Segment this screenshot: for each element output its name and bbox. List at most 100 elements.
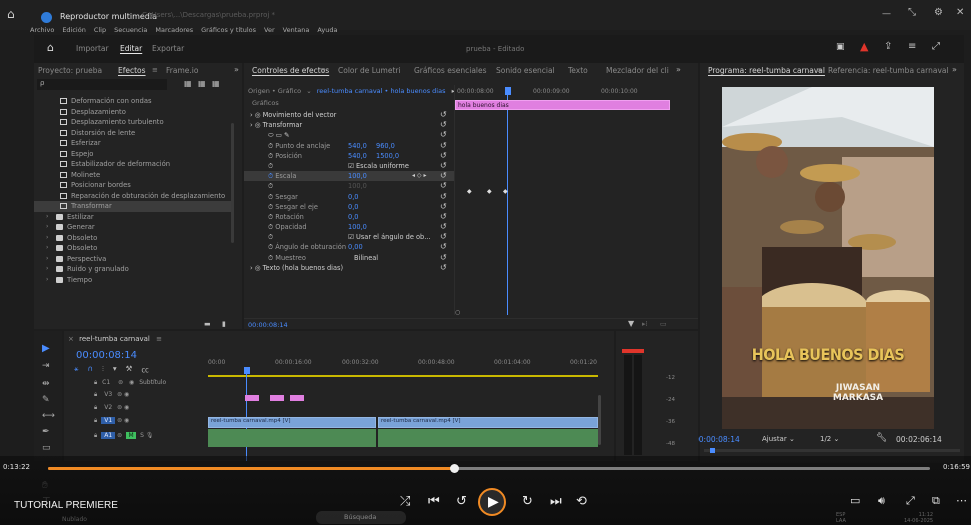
timeline-timecode[interactable]: 00:00:08:14 bbox=[76, 350, 137, 361]
menu-item-marcadores[interactable]: Marcadores bbox=[155, 26, 193, 34]
reset-icon[interactable]: ↺ bbox=[440, 222, 450, 232]
effects-item[interactable]: Deformación con ondas bbox=[34, 96, 234, 107]
restore-icon[interactable]: ⤡ bbox=[908, 7, 916, 18]
taskbar-search[interactable]: Búsqueda bbox=[316, 511, 406, 524]
effects-item[interactable]: Distorsión de lente bbox=[34, 128, 234, 139]
close-icon[interactable]: × bbox=[68, 335, 74, 343]
reset-icon[interactable]: ↺ bbox=[440, 151, 450, 161]
play-audio-icon[interactable]: ▸⁞ bbox=[642, 320, 648, 328]
stopwatch-icon[interactable]: ⏱ bbox=[268, 233, 273, 241]
reset-icon[interactable]: ↺ bbox=[440, 171, 450, 181]
video-clip[interactable]: reel-tumba carnaval.mp4 [V] bbox=[208, 417, 376, 428]
eye-icon[interactable]: ◉ bbox=[122, 391, 129, 398]
graphic-clip[interactable] bbox=[270, 395, 284, 401]
program-timecode[interactable]: 00:00:08:14 bbox=[694, 435, 740, 444]
fx-toggle-icon[interactable]: › ◎ bbox=[250, 121, 263, 129]
source-clip[interactable]: reel-tumba carnaval • hola buenos dias bbox=[317, 87, 446, 95]
property-value[interactable]: 540,0 bbox=[348, 141, 367, 151]
property-value[interactable]: 1500,0 bbox=[376, 151, 399, 161]
property-checkbox[interactable]: ☑ Escala uniforme bbox=[348, 161, 409, 171]
ec-playhead[interactable] bbox=[505, 87, 511, 95]
program-playhead[interactable] bbox=[710, 448, 715, 453]
property-value[interactable]: 0,0 bbox=[348, 212, 359, 222]
fx-toggle-icon[interactable]: › ◎ bbox=[250, 264, 263, 272]
tab-menu-icon[interactable]: ≡ bbox=[816, 66, 822, 74]
repeat-off-icon[interactable]: ⟲ bbox=[576, 494, 587, 509]
tab-controles-efectos[interactable]: Controles de efectos bbox=[252, 66, 329, 75]
miniplayer-icon[interactable]: ⤢ bbox=[906, 494, 915, 508]
keyframe-icon[interactable]: ◆ bbox=[503, 188, 508, 195]
sampling-dropdown[interactable]: Bilineal bbox=[354, 253, 378, 263]
pen-icon[interactable]: ✒ bbox=[42, 427, 50, 437]
share-icon[interactable]: ⇪ bbox=[884, 41, 892, 52]
marker-icon[interactable]: ▾ bbox=[113, 364, 117, 375]
sync-lock-icon[interactable]: ⊜ bbox=[115, 432, 122, 439]
chevron-right-icon[interactable]: › bbox=[46, 212, 52, 223]
close-icon[interactable]: ✕ bbox=[956, 7, 964, 18]
nest-icon[interactable]: ⚹ bbox=[74, 364, 79, 375]
effects-item[interactable]: Estabilizador de deformación bbox=[34, 159, 234, 170]
effects-folder[interactable]: › Generar bbox=[34, 222, 234, 233]
tab-efectos[interactable]: Efectos bbox=[118, 66, 146, 75]
reset-icon[interactable]: ↺ bbox=[440, 192, 450, 202]
tab-texto[interactable]: Texto bbox=[568, 66, 588, 75]
32bit-effects-icon[interactable]: ▦ bbox=[198, 79, 206, 88]
track-target[interactable]: V2 bbox=[101, 404, 115, 411]
stopwatch-icon[interactable]: ⏱ bbox=[268, 182, 273, 190]
reset-icon[interactable]: ↺ bbox=[440, 161, 450, 171]
chevron-right-icon[interactable]: › bbox=[46, 275, 52, 286]
tab-referencia[interactable]: Referencia: reel-tumba carnaval bbox=[828, 66, 949, 75]
property-value[interactable]: 100,0 bbox=[348, 222, 367, 232]
rectangle-icon[interactable]: ▭ bbox=[42, 443, 51, 453]
track-select-icon[interactable]: ⇥ bbox=[42, 361, 50, 371]
menu-item-edicion[interactable]: Edición bbox=[62, 26, 86, 34]
captions-icon[interactable]: ㏄ bbox=[141, 364, 149, 375]
selection-tool-icon[interactable]: ▶ bbox=[42, 343, 50, 354]
track-target[interactable]: A1 bbox=[101, 432, 116, 439]
property-value[interactable]: 960,0 bbox=[376, 141, 395, 151]
tab-graficos-esenciales[interactable]: Gráficos esenciales bbox=[414, 66, 487, 75]
eye-icon[interactable]: ◉ bbox=[122, 404, 129, 411]
effects-folder[interactable]: › Obsoleto bbox=[34, 243, 234, 254]
alert-icon[interactable]: ▲ bbox=[860, 40, 868, 53]
property-value[interactable]: 0,0 bbox=[348, 192, 359, 202]
ec-graphic-clip[interactable]: hola buenos dias bbox=[455, 100, 670, 110]
menu-item-ver[interactable]: Ver bbox=[264, 26, 275, 34]
reset-icon[interactable]: ↺ bbox=[440, 263, 450, 273]
property-value[interactable]: 0,00 bbox=[348, 242, 363, 252]
razor-icon[interactable]: ✎ bbox=[42, 395, 50, 405]
property-value[interactable]: 0,0 bbox=[348, 202, 359, 212]
menu-item-archivo[interactable]: Archivo bbox=[30, 26, 54, 34]
snap-icon[interactable]: ∩ bbox=[88, 364, 94, 375]
previous-icon[interactable]: ⏮ bbox=[428, 494, 440, 509]
player-seek-thumb[interactable] bbox=[449, 464, 459, 473]
reset-icon[interactable]: ↺ bbox=[440, 110, 450, 120]
tab-frameio[interactable]: Frame.io bbox=[166, 66, 198, 75]
menu-item-ventana[interactable]: Ventana bbox=[283, 26, 310, 34]
forward-30-icon[interactable]: ↻ bbox=[522, 494, 533, 509]
player-seek-bar[interactable] bbox=[48, 464, 930, 473]
filter-icon[interactable]: ▼ bbox=[628, 319, 634, 328]
sync-lock-icon[interactable]: ⊜ bbox=[118, 379, 123, 386]
rewind-10-icon[interactable]: ↺ bbox=[456, 494, 467, 509]
effects-item[interactable]: Desplazamiento turbulento bbox=[34, 117, 234, 128]
wrench-icon[interactable]: ⚒ bbox=[126, 364, 133, 375]
more-tabs-icon[interactable]: » bbox=[676, 65, 681, 74]
effects-item[interactable]: Molinete bbox=[34, 170, 234, 181]
mask-shapes-icons[interactable]: ⬭ ▭ ✎ bbox=[268, 131, 290, 139]
effects-search-input[interactable]: ρ bbox=[37, 79, 167, 90]
menu-icon[interactable]: ≡ bbox=[908, 41, 916, 52]
audio-clip[interactable] bbox=[208, 429, 376, 447]
timeline-ruler[interactable]: 00:00 00:00:16:00 00:00:32:00 00:00:48:0… bbox=[208, 359, 600, 371]
effects-folder[interactable]: › Perspectiva bbox=[34, 254, 234, 265]
chevron-right-icon[interactable]: › bbox=[46, 254, 52, 265]
workspace-icon[interactable]: ▣ bbox=[836, 42, 845, 52]
export-frame-icon[interactable]: ▭ bbox=[660, 320, 667, 328]
property-checkbox[interactable]: ☑ Usar el ángulo de ob... bbox=[348, 232, 431, 242]
effects-folder[interactable]: › Tiempo bbox=[34, 275, 234, 286]
accelerated-effects-icon[interactable]: ▦ bbox=[184, 79, 192, 88]
tab-exportar[interactable]: Exportar bbox=[152, 44, 184, 53]
track-target[interactable]: V1 bbox=[101, 417, 116, 424]
chevron-right-icon[interactable]: › bbox=[46, 233, 52, 244]
linked-selection-icon[interactable]: ⫶ bbox=[102, 364, 104, 375]
